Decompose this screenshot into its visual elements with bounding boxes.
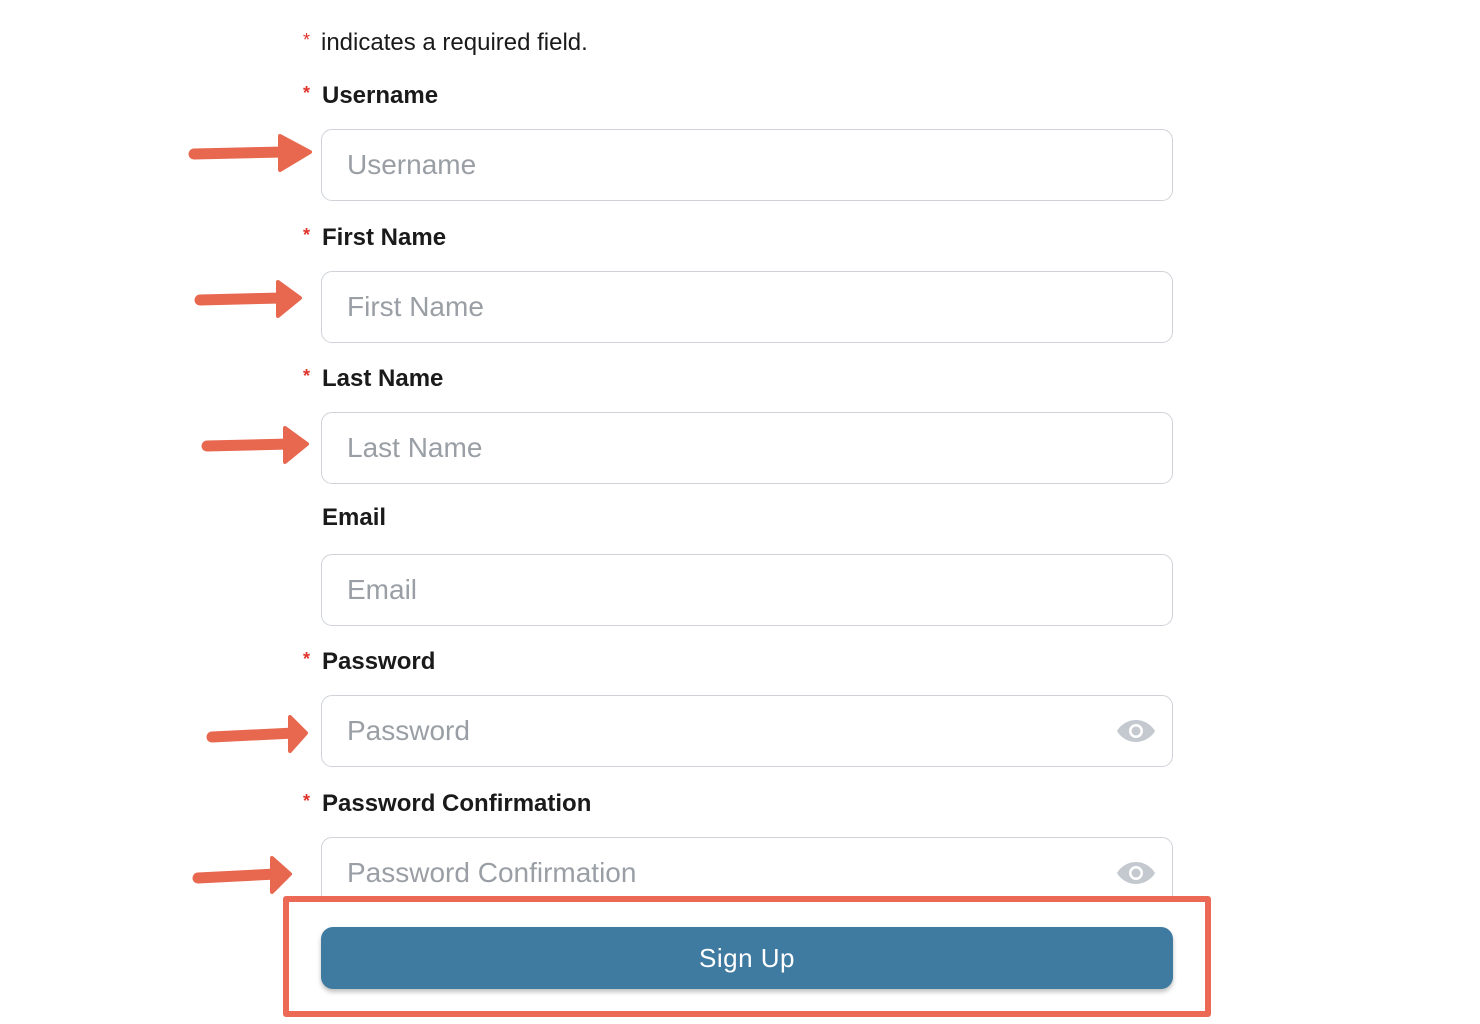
required-marker: * [303, 366, 311, 386]
right-arrow-icon [194, 280, 302, 318]
eye-icon[interactable] [1116, 860, 1156, 886]
required-marker: * [303, 83, 311, 103]
first-name-label: * First Name [303, 219, 446, 254]
username-label: * Username [303, 77, 438, 112]
username-input[interactable] [321, 129, 1173, 201]
right-arrow-icon [188, 134, 312, 172]
password-input[interactable] [321, 695, 1173, 767]
right-arrow-icon [201, 426, 309, 464]
password-confirmation-label: * Password Confirmation [303, 785, 591, 820]
required-note-text: indicates a required field. [321, 29, 588, 56]
required-marker: * [303, 225, 311, 245]
required-marker: * [303, 791, 311, 811]
email-input[interactable] [321, 554, 1173, 626]
email-label: Email [322, 504, 387, 531]
signup-button[interactable]: Sign Up [321, 927, 1173, 989]
last-name-input[interactable] [321, 412, 1173, 484]
required-marker: * [303, 30, 311, 50]
signup-form: * indicates a required field. *Username *… [0, 0, 1480, 1024]
required-field-note: * indicates a required field. [303, 24, 588, 59]
right-arrow-icon [192, 856, 292, 894]
last-name-label: * Last Name [303, 360, 443, 395]
right-arrow-icon [206, 715, 308, 753]
eye-icon[interactable] [1116, 718, 1156, 744]
first-name-input[interactable] [321, 271, 1173, 343]
password-label: * Password [303, 643, 435, 678]
required-marker: * [303, 649, 311, 669]
